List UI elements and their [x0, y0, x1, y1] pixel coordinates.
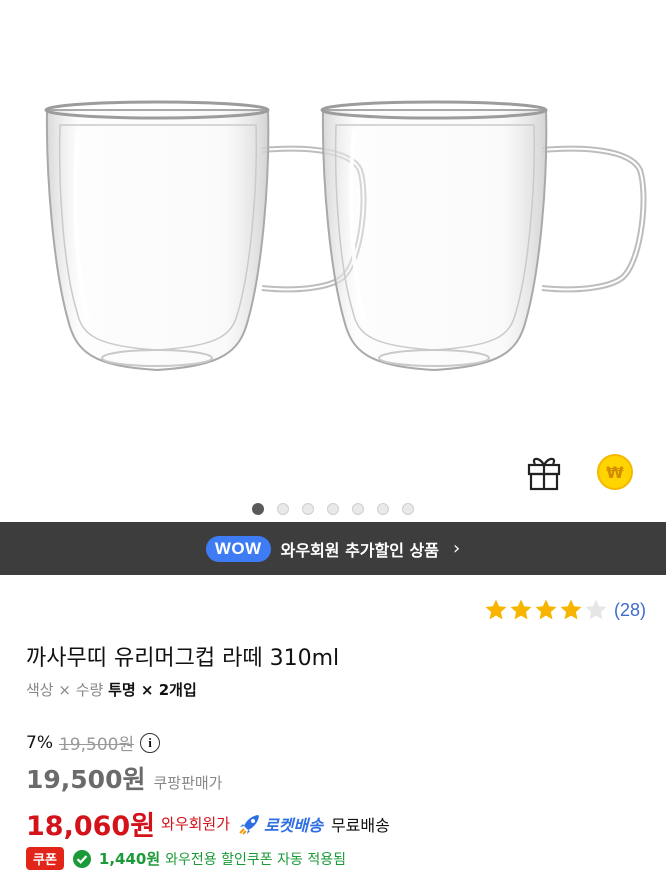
product-options[interactable]: 색상 × 수량 투명 × 2개입: [26, 679, 197, 700]
free-shipping-label: 무료배송: [330, 815, 390, 835]
carousel-dot[interactable]: [327, 503, 339, 515]
product-image-carousel[interactable]: ₩: [0, 0, 666, 520]
star-filled-icon: [485, 599, 507, 620]
gift-icon[interactable]: [523, 452, 565, 492]
chevron-right-icon: ›: [452, 538, 461, 559]
carousel-dot[interactable]: [377, 503, 389, 515]
carousel-dot[interactable]: [277, 503, 289, 515]
svg-text:₩: ₩: [606, 463, 624, 482]
rocket-icon: [239, 814, 260, 835]
review-count-link[interactable]: (28): [614, 600, 646, 621]
star-empty-icon: [585, 599, 607, 620]
wow-price-label: 와우회원가: [161, 815, 231, 833]
check-circle-icon: [72, 849, 91, 868]
rocket-delivery-label: 로켓배송: [264, 815, 323, 835]
carousel-indicator: [0, 503, 666, 517]
coupon-badge: 쿠폰: [26, 847, 64, 870]
info-icon[interactable]: i: [140, 732, 161, 753]
wow-badge: WOW: [205, 535, 271, 562]
discount-rate: 7%: [26, 732, 53, 753]
wow-price-row: 18,060원 와우회원가 로켓배송 무료배송: [26, 804, 390, 843]
option-value: 투명 × 2개입: [108, 681, 197, 699]
star-filled-icon: [560, 599, 582, 620]
star-filled-icon: [535, 599, 557, 620]
option-label: 색상 × 수량: [26, 681, 104, 699]
rocket-delivery-badge: 로켓배송: [238, 812, 323, 836]
original-price: 19,500원: [58, 735, 135, 755]
carousel-dot[interactable]: [352, 503, 364, 515]
wow-price: 18,060원: [26, 811, 156, 842]
product-image: [44, 100, 647, 372]
rating[interactable]: (28): [483, 598, 646, 622]
wow-banner-text: 와우회원 추가할인 상품: [280, 540, 439, 560]
coupon-description: 와우전용 할인쿠폰 자동 적용됨: [165, 851, 346, 868]
star-filled-icon: [510, 599, 532, 620]
coupang-price: 19,500원: [26, 765, 146, 794]
coupang-price-label: 쿠팡판매가: [153, 774, 223, 792]
coupang-price-row: 19,500원 쿠팡판매가: [26, 760, 223, 796]
carousel-dot[interactable]: [402, 503, 414, 515]
carousel-dot[interactable]: [252, 503, 264, 515]
product-title: 까사무띠 유리머그컵 라떼 310ml: [26, 646, 340, 671]
won-coin-icon[interactable]: ₩: [596, 453, 634, 491]
coupon-row: 쿠폰 1,440원 와우전용 할인쿠폰 자동 적용됨: [26, 847, 346, 870]
wow-discount-banner[interactable]: WOW 와우회원 추가할인 상품 ›: [0, 522, 666, 575]
coupon-amount: 1,440원: [98, 850, 161, 868]
carousel-dot[interactable]: [302, 503, 314, 515]
discount-row: 7% 19,500원 i: [26, 730, 161, 755]
